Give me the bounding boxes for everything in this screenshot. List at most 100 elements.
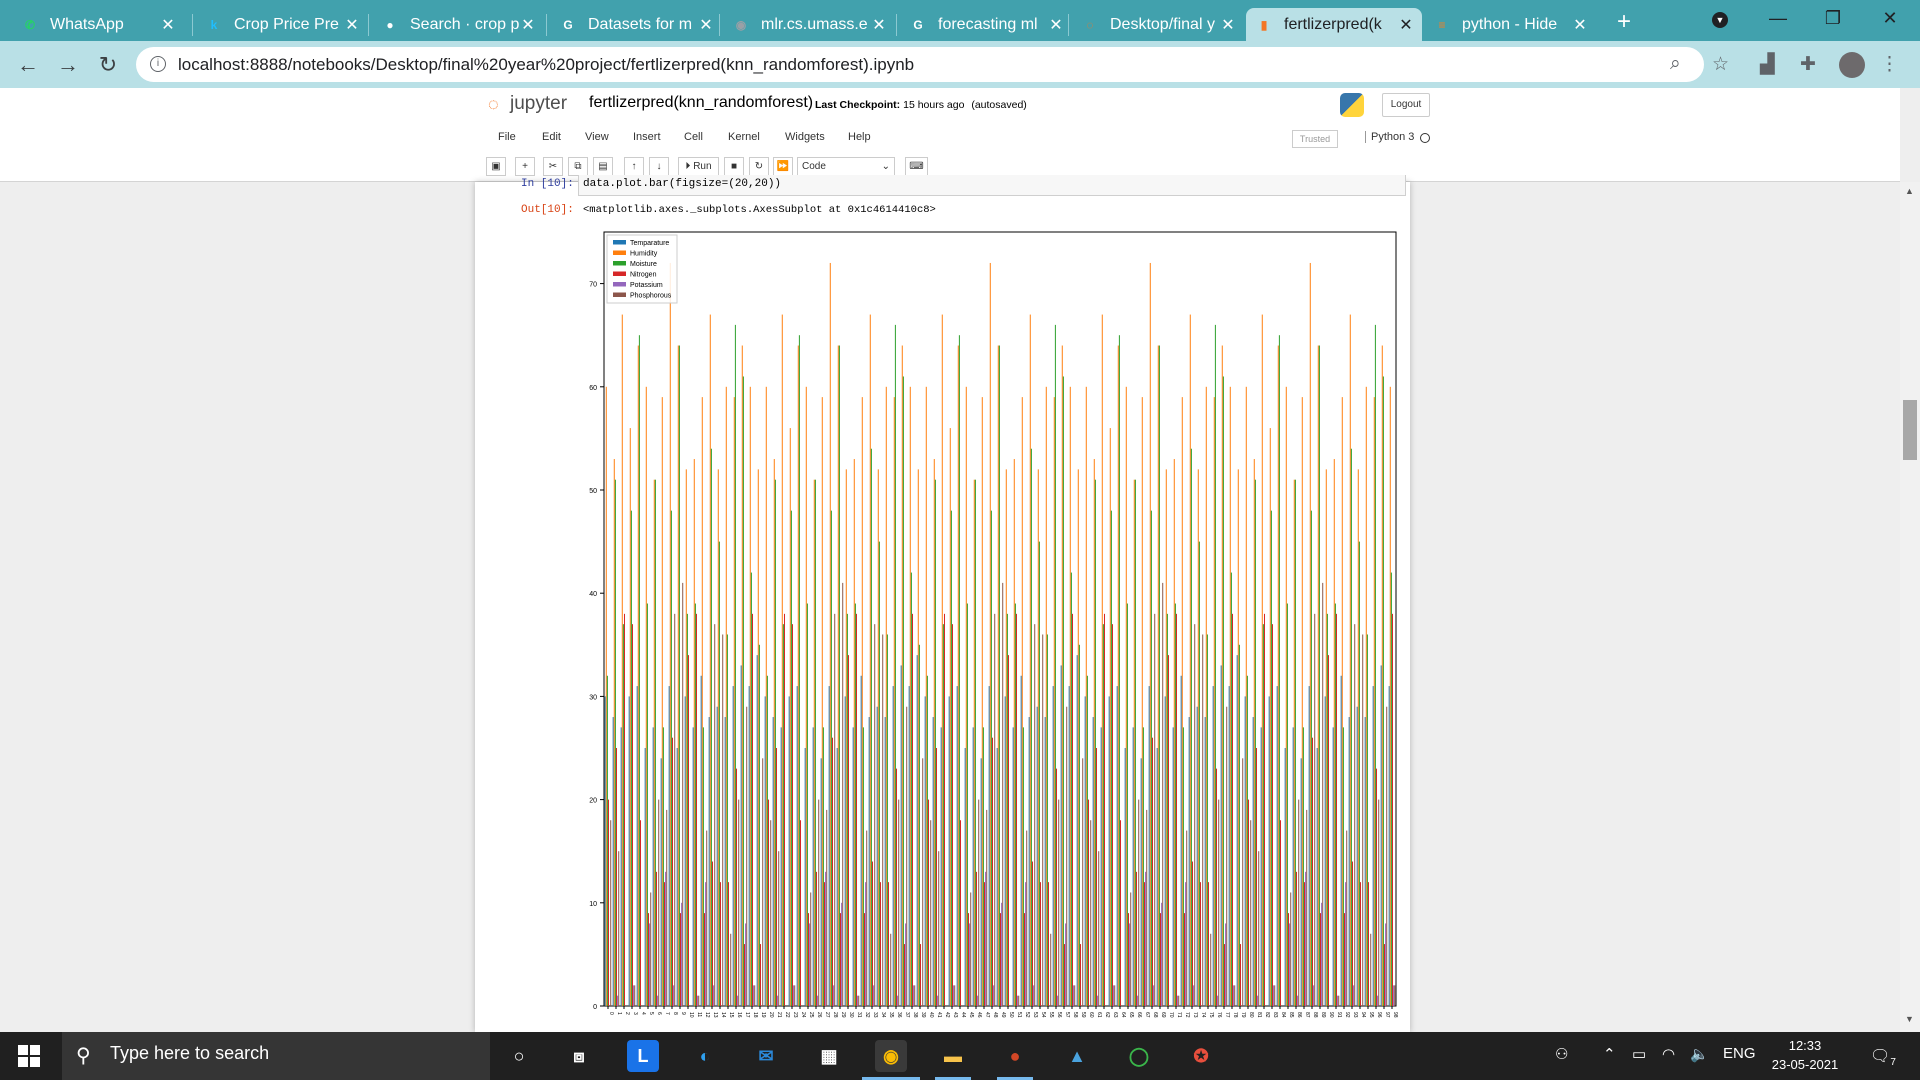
move-up-icon[interactable]: ↑ [624,157,644,176]
tab-8[interactable]: ≡ python - Hide ✕ [1424,8,1596,41]
menu-cell[interactable]: Cell [684,131,703,143]
restart-run-all-icon[interactable]: ⏩ [773,157,793,176]
tab-close-icon[interactable]: ✕ [871,15,887,35]
menu-kernel[interactable]: Kernel [728,131,760,143]
bar [656,871,657,1006]
language-indicator[interactable]: ENG [1723,1045,1756,1062]
browser-menu-icon[interactable]: ⋮ [1880,53,1899,76]
close-window-icon[interactable]: ✕ [1870,8,1910,29]
bar [808,913,809,1006]
tray-chevron-icon[interactable]: ⌃ [1603,1045,1616,1063]
code-text[interactable]: data.plot.bar(figsize=(20,20)) [583,178,781,190]
jupyter-logo-text[interactable]: jupyter [510,93,567,115]
notifications-icon[interactable]: 🗨7 [1870,1046,1896,1068]
url-text[interactable]: localhost:8888/notebooks/Desktop/final%2… [178,55,914,75]
bar [744,944,745,1006]
tab-0[interactable]: ✆ WhatsApp ✕ [12,8,184,41]
scrollbar[interactable] [1900,182,1920,1032]
cortana-icon[interactable]: ○ [503,1040,535,1072]
battery-icon[interactable]: ▭ [1632,1045,1646,1063]
bar [829,262,831,1007]
menu-help[interactable]: Help [848,131,871,143]
tab-3[interactable]: G Datasets for m ✕ [550,8,722,41]
run-button[interactable]: ⏵ Run [678,157,719,176]
tab-2[interactable]: ● Search · crop p ✕ [372,8,544,41]
tab-search-icon[interactable]: ▼ [1712,12,1728,28]
scroll-up-icon[interactable]: ▲ [1905,186,1914,196]
command-palette-icon[interactable]: ⌨ [905,157,928,176]
tab-close-icon[interactable]: ✕ [520,15,536,35]
store-icon[interactable]: ▦ [813,1040,845,1072]
menu-view[interactable]: View [585,131,609,143]
tab-5[interactable]: Gforecasting ml ✕ [900,8,1072,41]
bar [825,871,827,1006]
bar [1062,376,1064,1006]
restore-icon[interactable]: ❐ [1813,8,1853,29]
back-icon[interactable]: ← [14,52,42,78]
tab-1[interactable]: k Crop Price Pre ✕ [196,8,368,41]
powerpoint-icon[interactable]: ● [999,1040,1031,1072]
bar [821,397,823,1006]
extension-chart-icon[interactable]: ▟ [1760,53,1775,76]
bar [714,624,716,1006]
mail-icon[interactable]: ✉ [750,1040,782,1072]
bookmark-star-icon[interactable]: ☆ [1712,53,1729,76]
bar [832,737,833,1006]
menu-widgets[interactable]: Widgets [785,131,825,143]
taskbar-search-placeholder[interactable]: Type here to search [110,1043,269,1064]
volume-icon[interactable]: 🔈 [1690,1045,1709,1063]
tab-close-icon[interactable]: ✕ [1572,15,1588,35]
extensions-puzzle-icon[interactable]: ✚ [1800,53,1816,76]
forward-icon[interactable]: → [54,52,82,78]
windows-start-icon[interactable] [18,1045,40,1067]
tab-close-icon[interactable]: ✕ [344,15,360,35]
reload-icon[interactable]: ↻ [94,52,122,78]
chrome-icon[interactable]: ◉ [875,1040,907,1072]
move-down-icon[interactable]: ↓ [649,157,669,176]
notebook-name[interactable]: fertlizerpred(knn_randomforest) [589,94,813,112]
cell-type-select[interactable]: Code ⌄ [797,157,895,176]
logout-button[interactable]: Logout [1382,93,1430,117]
menu-edit[interactable]: Edit [542,131,561,143]
cut-icon[interactable]: ✂ [543,157,563,176]
tab-close-icon[interactable]: ✕ [1398,15,1414,35]
tab-close-icon[interactable]: ✕ [160,15,176,35]
app-star-icon[interactable]: ✪ [1185,1040,1217,1072]
bar [1261,314,1263,1006]
people-icon[interactable]: ⚇ [1555,1045,1568,1063]
tab-4[interactable]: ◉ mlr.cs.umass.e ✕ [723,8,895,41]
tab-close-icon[interactable]: ✕ [1048,15,1064,35]
site-info-icon[interactable]: i [150,56,166,72]
menu-file[interactable]: File [498,131,516,143]
file-explorer-icon[interactable]: ▬ [937,1040,969,1072]
anaconda-icon[interactable]: ◯ [1123,1040,1155,1072]
menu-insert[interactable]: Insert [633,131,661,143]
tab-close-icon[interactable]: ✕ [1220,15,1236,35]
copy-icon[interactable]: ⧉ [568,157,588,176]
wifi-icon[interactable]: ◠ [1662,1045,1675,1063]
tab-7[interactable]: ▮ fertlizerpred(k ✕ [1246,8,1422,41]
edge-icon[interactable]: ◐ [689,1040,721,1072]
task-view-icon[interactable]: ⧈ [563,1040,595,1072]
tab-title: Search · crop p [410,15,520,33]
insert-cell-icon[interactable]: + [515,157,535,176]
tab-close-icon[interactable]: ✕ [698,15,714,35]
kernel-name[interactable]: Python 3 [1365,131,1414,143]
new-tab-button[interactable]: + [1612,8,1636,36]
minimize-icon[interactable]: — [1758,8,1798,29]
photos-icon[interactable]: ▲ [1061,1040,1093,1072]
jupyter-logo-icon[interactable]: ◌ [488,94,506,116]
zoom-icon[interactable]: ⌕ [1670,53,1681,75]
profile-avatar[interactable] [1839,52,1865,78]
tab-6[interactable]: ◌ Desktop/final y ✕ [1072,8,1244,41]
scrollbar-thumb[interactable] [1903,400,1917,460]
scroll-down-icon[interactable]: ▼ [1905,1014,1914,1024]
restart-icon[interactable]: ↻ [749,157,769,176]
save-icon[interactable]: ▣ [486,157,506,176]
app-l-icon[interactable]: L [627,1040,659,1072]
x-tick-label: 82 [1264,1012,1270,1018]
paste-icon[interactable]: ▤ [593,157,613,176]
clock[interactable]: 12:33 23-05-2021 [1768,1036,1842,1074]
trusted-indicator[interactable]: Trusted [1292,130,1338,148]
interrupt-icon[interactable]: ■ [724,157,744,176]
